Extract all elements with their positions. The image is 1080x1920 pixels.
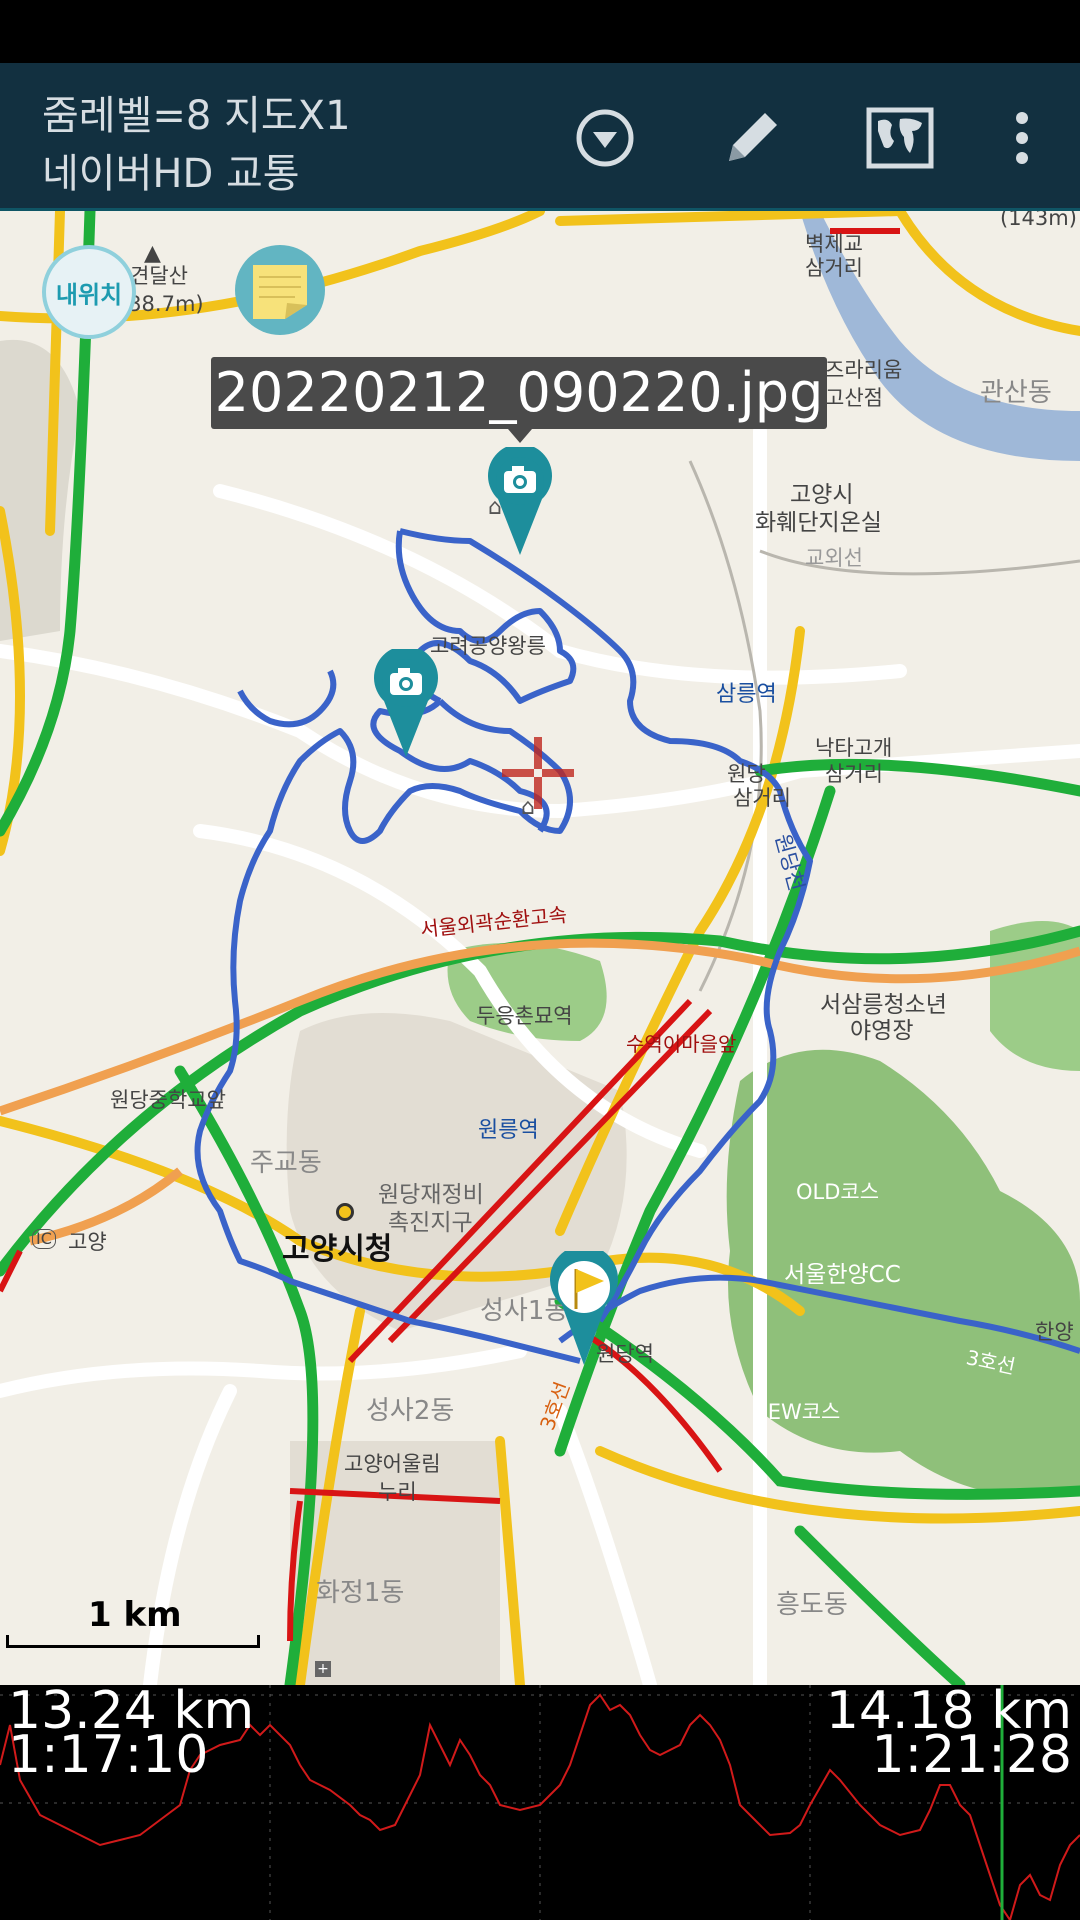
edit-button[interactable] bbox=[712, 98, 792, 178]
right-time: 1:21:28 bbox=[871, 1725, 1072, 1785]
map-base-layer bbox=[0, 211, 1080, 1685]
more-menu-button[interactable] bbox=[982, 98, 1062, 178]
app-bar: 줌레벨=8 지도X1 네이버HD 교통 bbox=[0, 63, 1080, 211]
dropdown-button[interactable] bbox=[565, 98, 645, 178]
photo-tooltip[interactable]: 20220212_090220.jpg bbox=[211, 357, 827, 429]
district-label: 성사2동 bbox=[366, 1396, 455, 1426]
photo-marker[interactable] bbox=[372, 645, 440, 763]
zoom-level-text: 줌레벨=8 지도X1 bbox=[42, 93, 351, 139]
place-label: 누리 bbox=[378, 1480, 417, 1504]
crosshair-icon bbox=[502, 737, 574, 809]
tomb-icon: ⌂ bbox=[488, 495, 502, 520]
chevron-circle-down-icon bbox=[576, 109, 634, 167]
place-label: (143m) bbox=[1000, 211, 1077, 230]
place-label: 야영장 bbox=[850, 1018, 914, 1044]
place-label: 벽제교 bbox=[805, 232, 863, 256]
mountain-icon: ▲ bbox=[144, 241, 161, 266]
place-label: 서삼릉청소년 bbox=[820, 992, 947, 1018]
map-source-text[interactable]: 네이버HD 교통 bbox=[42, 141, 300, 199]
memo-button[interactable] bbox=[235, 245, 325, 335]
place-label: 원당중학교앞 bbox=[110, 1088, 226, 1112]
place-label: 원당재정비 bbox=[378, 1182, 484, 1208]
place-label: 촉진지구 bbox=[388, 1210, 473, 1236]
place-label: 화훼단지온실 bbox=[755, 510, 882, 536]
crosshair bbox=[498, 733, 578, 817]
my-location-button[interactable]: 내위치 bbox=[42, 245, 136, 339]
place-label: 수역이마을앞 bbox=[626, 1032, 737, 1056]
flag-pin-icon bbox=[550, 1245, 618, 1365]
place-label: 낙타고개 bbox=[815, 736, 893, 760]
station-label: 원릉역 bbox=[478, 1118, 539, 1143]
tomb-icon: ⌂ bbox=[521, 795, 535, 820]
memo-icon bbox=[253, 265, 307, 319]
station-label: 삼릉역 bbox=[716, 682, 777, 707]
district-label: 주교동 bbox=[250, 1148, 322, 1178]
my-location-label: 내위치 bbox=[55, 280, 123, 309]
district-label: 화정1동 bbox=[316, 1578, 405, 1608]
city-hall-icon bbox=[336, 1203, 354, 1221]
place-label: 고양시 bbox=[790, 482, 854, 508]
place-label: 삼거리 bbox=[805, 256, 863, 280]
place-label: 서울한양CC bbox=[784, 1262, 901, 1288]
district-label: 관산동 bbox=[980, 378, 1052, 408]
rail-lines bbox=[688, 460, 1080, 992]
place-label: 두응촌묘역 bbox=[476, 1004, 573, 1028]
map-view[interactable]: 견달산 (38.7m) (143m) 벽제교 삼거리 즈라리움 고산점 관산동 … bbox=[0, 211, 1080, 1685]
scale-label: 1 km bbox=[88, 1595, 182, 1635]
rail-label: 교외선 bbox=[805, 546, 863, 570]
place-label: 삼거리 bbox=[733, 786, 791, 810]
forest-area bbox=[726, 1049, 1080, 1496]
place-label: NEW코스 bbox=[752, 1400, 841, 1424]
place-label: 고려공양왕릉 bbox=[430, 634, 546, 658]
start-flag-marker[interactable] bbox=[548, 1245, 620, 1371]
place-label: 즈라리움 bbox=[825, 358, 903, 382]
place-label: 고양 bbox=[68, 1230, 107, 1254]
ic-badge: IC bbox=[32, 1229, 56, 1249]
hospital-icon: + bbox=[315, 1661, 331, 1677]
pencil-icon bbox=[729, 113, 777, 161]
place-label: 고산점 bbox=[825, 386, 883, 410]
city-hall-label: 고양시청 bbox=[282, 1232, 393, 1267]
place-label: 원당 bbox=[727, 762, 766, 786]
world-map-icon bbox=[866, 107, 934, 169]
place-label: 고양어울림 bbox=[344, 1452, 441, 1476]
place-label: 한양 bbox=[1035, 1320, 1074, 1344]
map-type-button[interactable] bbox=[860, 98, 940, 178]
photo-tooltip-arrow bbox=[508, 429, 532, 443]
elevation-profile[interactable]: 13.24 km 1:17:10 14.18 km 1:21:28 bbox=[0, 1685, 1080, 1920]
scale-bar bbox=[6, 1635, 260, 1648]
more-vert-icon bbox=[1016, 112, 1028, 164]
place-label: 삼거리 bbox=[825, 762, 883, 786]
camera-pin-icon bbox=[374, 645, 438, 757]
place-label: 견달산 bbox=[130, 264, 188, 288]
place-label: OLD코스 bbox=[796, 1180, 880, 1204]
left-time: 1:17:10 bbox=[8, 1725, 209, 1785]
status-bar bbox=[0, 0, 1080, 63]
district-label: 흥도동 bbox=[776, 1590, 848, 1620]
